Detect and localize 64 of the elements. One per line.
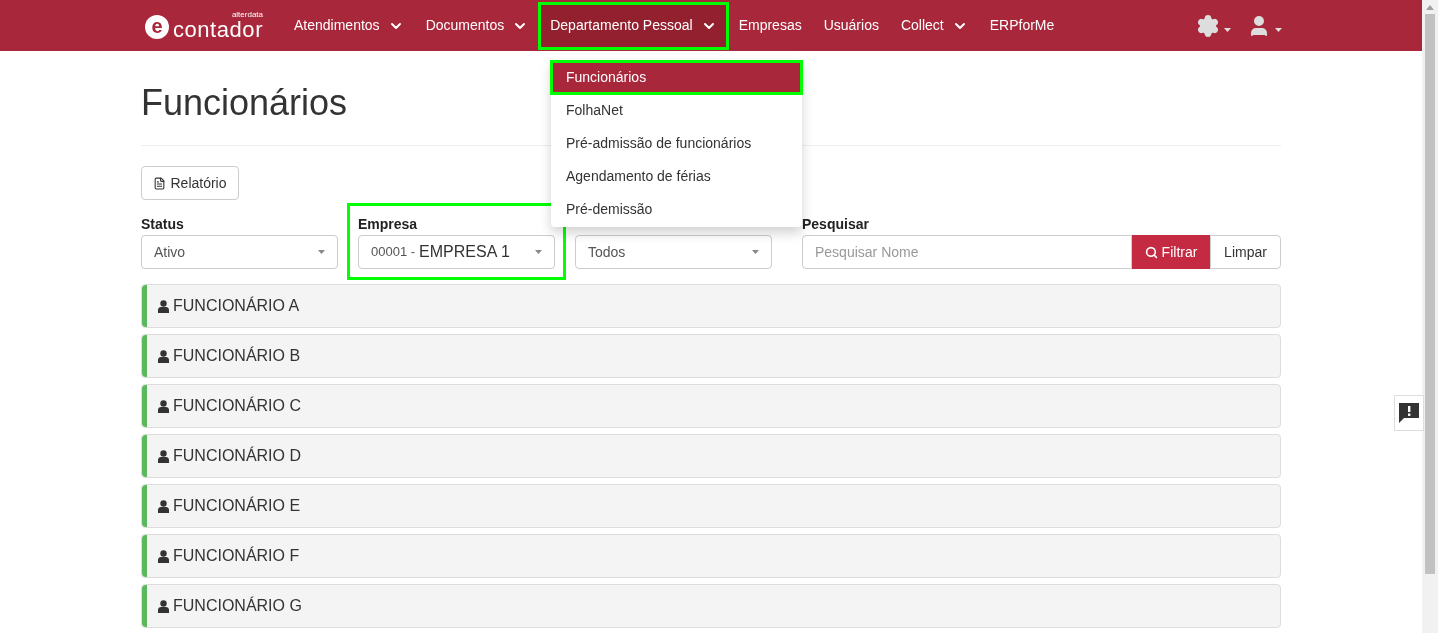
feedback-button[interactable] [1394, 395, 1424, 431]
clear-button[interactable]: Limpar [1210, 235, 1281, 269]
logo-brand: alterdata [231, 10, 263, 19]
select-field[interactable]: 00001 - EMPRESA 1 [358, 235, 555, 269]
person-icon [158, 599, 169, 613]
nav-item[interactable]: Departamento Pessoal [539, 2, 728, 49]
select-code: 00001 - [371, 243, 416, 262]
employee-name: FUNCIONÁRIO E [173, 495, 301, 516]
settings-icon [1196, 13, 1220, 38]
employee-row[interactable]: FUNCIONÁRIO A [141, 284, 1281, 328]
select-value: EMPRESA 1 [419, 242, 510, 262]
person-icon [158, 399, 169, 413]
scroll-up-icon [1426, 5, 1434, 10]
feedback-icon [1398, 402, 1420, 424]
search-icon [1144, 245, 1158, 259]
employee-row[interactable]: FUNCIONÁRIO D [141, 434, 1281, 478]
menu-item[interactable]: FolhaNet [551, 94, 802, 127]
settings-button[interactable] [1196, 13, 1231, 38]
page-title: Funcionários [141, 81, 348, 125]
menu-item[interactable]: Pré-demissão [551, 193, 802, 226]
caret-icon [1275, 27, 1282, 32]
document-icon [153, 176, 167, 190]
select-value: Ativo [154, 242, 186, 262]
employee-name: FUNCIONÁRIO B [173, 345, 301, 366]
nav-item[interactable]: Empresas [727, 2, 813, 49]
nav-item[interactable]: Collect [889, 2, 979, 49]
menu-item[interactable]: Pré-admissão de funcionários [551, 127, 802, 160]
employee-row[interactable]: FUNCIONÁRIO E [141, 484, 1281, 528]
employee-row[interactable]: FUNCIONÁRIO B [141, 334, 1281, 378]
nav-item[interactable]: Documentos [414, 2, 540, 49]
person-icon [158, 299, 169, 313]
employee-row[interactable]: FUNCIONÁRIO F [141, 534, 1281, 578]
select-field[interactable]: Ativo [141, 235, 338, 269]
filter-button[interactable]: Filtrar [1132, 235, 1210, 269]
employee-row[interactable]: FUNCIONÁRIO G [141, 584, 1281, 628]
employee-name: FUNCIONÁRIO A [173, 295, 300, 316]
person-icon [158, 349, 169, 363]
select-value: Todos [588, 242, 626, 262]
search-field[interactable]: Pesquisar Nome [802, 235, 1132, 269]
menu-item[interactable]: Agendamento de férias [551, 160, 802, 193]
person-icon [158, 549, 169, 563]
person-icon [158, 499, 169, 513]
menu-item[interactable]: Funcionários [551, 61, 802, 94]
caret-icon [318, 250, 325, 254]
logo-name: contador [173, 18, 263, 41]
caret-icon [752, 250, 759, 254]
caret-icon [535, 250, 542, 254]
employee-name: FUNCIONÁRIO F [173, 545, 300, 566]
filter-label: Status [141, 215, 185, 232]
report-button[interactable]: Relatório [141, 166, 239, 200]
logo-mark: e [145, 14, 169, 39]
nav-item[interactable]: ERPforMe [978, 2, 1066, 49]
nav-item[interactable]: Atendimentos [283, 2, 415, 49]
employee-row[interactable]: FUNCIONÁRIO C [141, 384, 1281, 428]
employee-name: FUNCIONÁRIO G [173, 595, 302, 616]
employee-name: FUNCIONÁRIO C [173, 395, 301, 416]
nav-item[interactable]: Usuários [812, 2, 890, 49]
caret-icon [1224, 27, 1231, 32]
employee-name: FUNCIONÁRIO D [173, 445, 301, 466]
filter-label: Pesquisar [802, 215, 870, 232]
person-icon [158, 449, 169, 463]
filter-label: Empresa [358, 215, 419, 232]
scrollbar[interactable] [1422, 0, 1438, 633]
select-field[interactable]: Todos [575, 235, 772, 269]
